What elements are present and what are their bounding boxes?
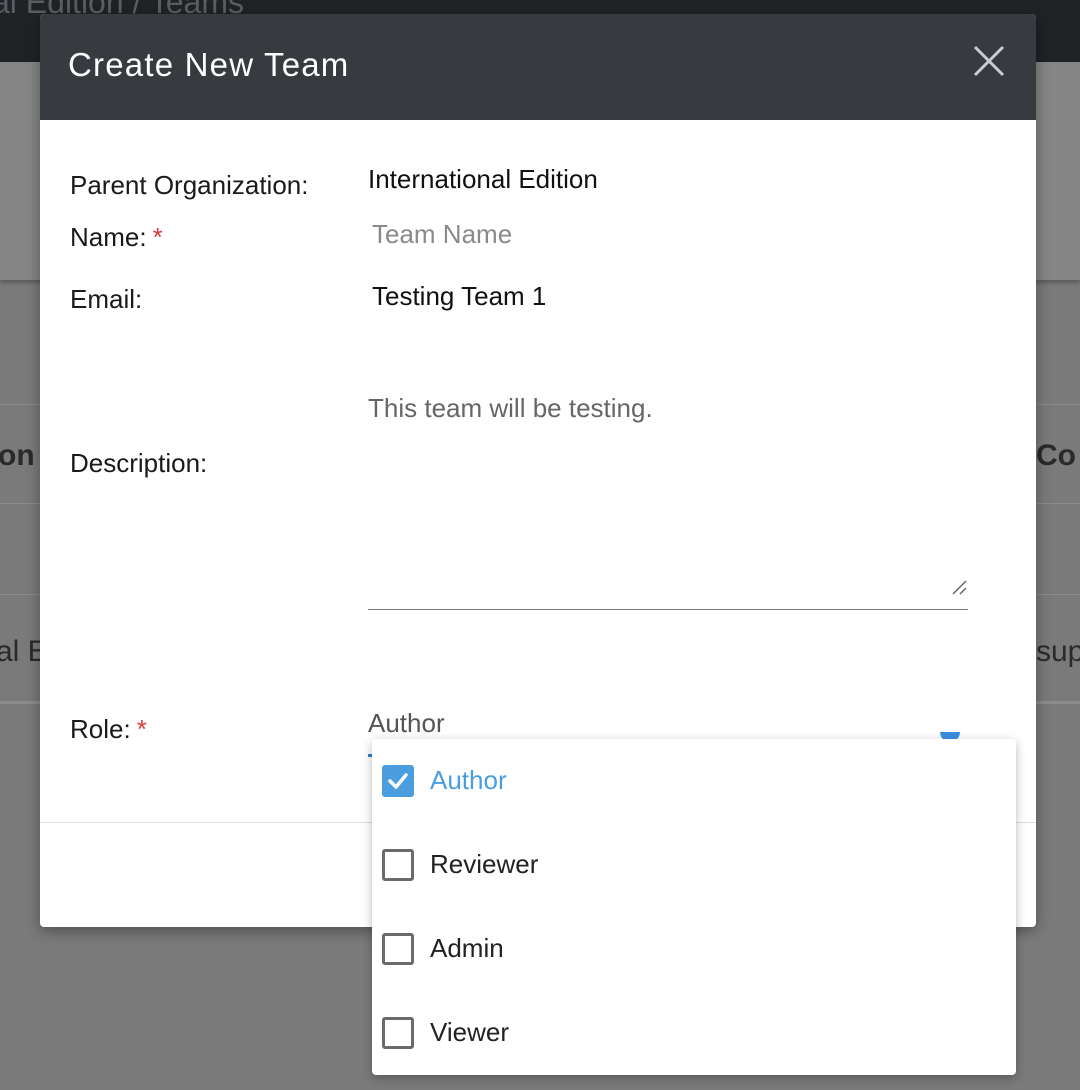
- required-marker: *: [136, 714, 147, 744]
- modal-title: Create New Team: [68, 46, 350, 83]
- role-option-checkbox[interactable]: [382, 1017, 414, 1049]
- required-marker: *: [152, 222, 163, 252]
- role-option-label: Author: [430, 765, 507, 795]
- name-label-text: Name:: [70, 222, 147, 252]
- role-option-label: Admin: [430, 933, 504, 963]
- description-textarea[interactable]: This team will be testing.: [368, 376, 968, 610]
- role-dropdown-menu: Author Reviewer Admin Viewer: [372, 739, 1016, 1075]
- description-label: Description:: [70, 448, 208, 478]
- check-icon: [388, 773, 408, 789]
- close-icon: [973, 45, 1005, 77]
- resize-grip-icon[interactable]: [950, 578, 968, 596]
- role-option-checkbox[interactable]: [382, 933, 414, 965]
- role-option-viewer[interactable]: Viewer: [372, 991, 1016, 1075]
- email-label: Email:: [70, 284, 143, 314]
- close-button[interactable]: [972, 44, 1006, 78]
- table-row-fragment-right: sup: [1036, 635, 1080, 668]
- parent-organization-label: Parent Organization:: [70, 170, 309, 200]
- parent-organization-value: International Edition: [368, 164, 598, 194]
- table-header-fragment-left: on: [0, 439, 35, 472]
- modal-header: Create New Team: [40, 14, 1036, 120]
- team-name-input[interactable]: [368, 212, 968, 256]
- role-option-checkbox[interactable]: [382, 849, 414, 881]
- role-selected-value: Author: [368, 708, 445, 738]
- role-option-checkbox[interactable]: [382, 765, 414, 797]
- role-option-admin[interactable]: Admin: [372, 907, 1016, 991]
- name-label: Name: *: [70, 222, 163, 253]
- role-option-author[interactable]: Author: [372, 739, 1016, 823]
- role-label: Role: *: [70, 714, 147, 745]
- table-header-fragment-right: Co: [1036, 439, 1076, 472]
- role-option-label: Viewer: [430, 1017, 510, 1047]
- role-label-text: Role:: [70, 714, 131, 744]
- role-option-reviewer[interactable]: Reviewer: [372, 823, 1016, 907]
- role-option-label: Reviewer: [430, 849, 539, 879]
- email-input[interactable]: [368, 274, 968, 318]
